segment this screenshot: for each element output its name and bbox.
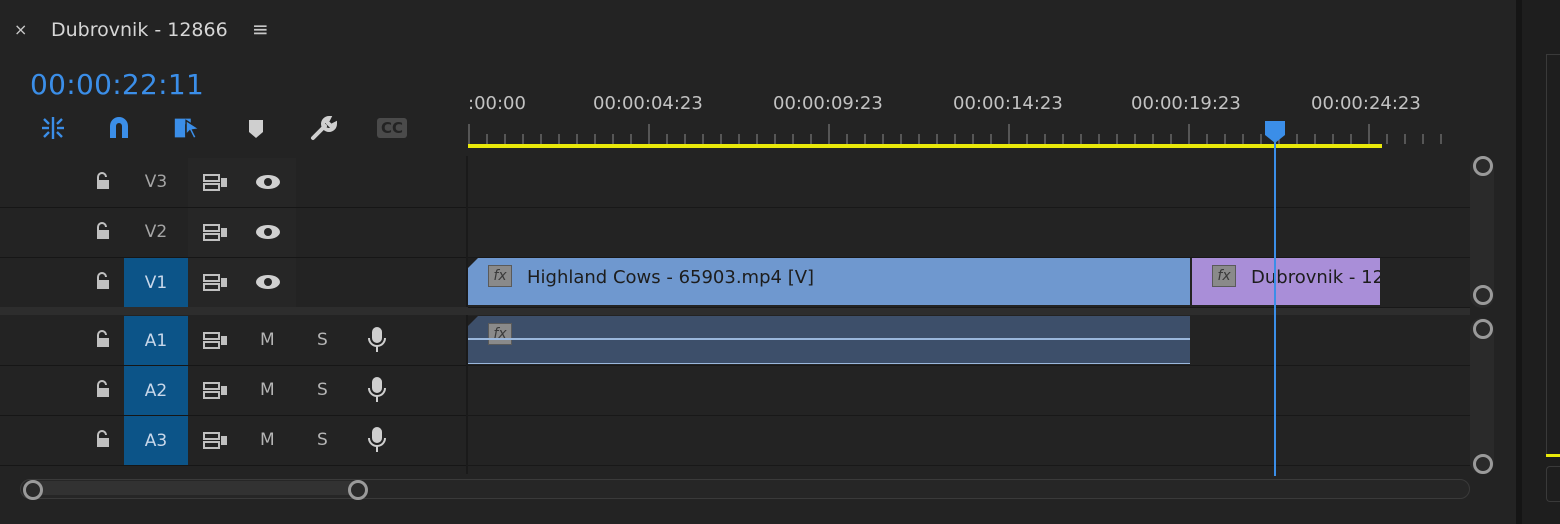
captions-label: CC xyxy=(376,118,408,138)
video-clip[interactable]: fx Dubrovnik - 12866 xyxy=(1192,258,1380,305)
lane-a2[interactable] xyxy=(468,366,1470,416)
lane-a3[interactable] xyxy=(468,416,1470,466)
ruler-label: 00:00:14:23 xyxy=(953,93,1063,114)
track-name-a2[interactable]: A2 xyxy=(124,366,188,415)
sync-lock-icon[interactable] xyxy=(202,380,230,400)
lock-icon[interactable] xyxy=(93,271,113,291)
clip-name: Dubrovnik - 12866 xyxy=(1251,267,1380,288)
ruler-label: 00:00:24:23 xyxy=(1311,93,1421,114)
track-name-a3[interactable]: A3 xyxy=(124,416,188,465)
lock-icon[interactable] xyxy=(93,329,113,349)
track-header-v2: V2 xyxy=(0,208,466,258)
lock-icon[interactable] xyxy=(93,379,113,399)
time-ruler[interactable] xyxy=(468,124,1460,146)
ruler-label: 00:00:09:23 xyxy=(773,93,883,114)
fx-badge[interactable]: fx xyxy=(488,265,512,287)
sync-lock-icon[interactable] xyxy=(202,222,230,242)
mute-button[interactable]: M xyxy=(260,430,275,450)
ruler-label: 00:00:04:23 xyxy=(593,93,703,114)
sync-lock-icon[interactable] xyxy=(202,330,230,350)
sync-lock-icon[interactable] xyxy=(202,430,230,450)
eye-icon[interactable] xyxy=(254,222,282,242)
microphone-icon[interactable] xyxy=(366,376,388,404)
adjacent-work-area xyxy=(1546,454,1560,457)
adjacent-control[interactable] xyxy=(1546,466,1560,502)
track-header-a3: A3 M S xyxy=(0,416,466,466)
track-header-a2: A2 M S xyxy=(0,366,466,416)
horizontal-scroll-thumb[interactable] xyxy=(24,481,366,495)
adjacent-panel xyxy=(1522,0,1560,524)
microphone-icon[interactable] xyxy=(366,426,388,454)
sequence-tab-title[interactable]: Dubrovnik - 12866 xyxy=(51,19,228,41)
track-name-v1[interactable]: V1 xyxy=(124,258,188,307)
clip-start-marker xyxy=(468,316,478,326)
lane-v2[interactable] xyxy=(468,208,1470,258)
track-name-a1[interactable]: A1 xyxy=(124,316,188,365)
track-name-v2[interactable]: V2 xyxy=(124,208,188,256)
captions-icon[interactable]: CC xyxy=(376,114,408,142)
snap-in-timeline-icon[interactable] xyxy=(38,114,68,142)
sync-lock-icon[interactable] xyxy=(202,172,230,192)
volume-rubber-band[interactable] xyxy=(468,338,1190,340)
fx-badge[interactable]: fx xyxy=(1212,265,1236,287)
solo-button[interactable]: S xyxy=(317,430,328,450)
panel-menu-icon[interactable]: ≡ xyxy=(252,17,269,41)
lane-v3[interactable] xyxy=(468,158,1470,208)
solo-button[interactable]: S xyxy=(317,380,328,400)
solo-button[interactable]: S xyxy=(317,330,328,350)
lock-icon[interactable] xyxy=(93,171,113,191)
track-header-v3: V3 xyxy=(0,158,466,208)
video-clip[interactable]: fx Highland Cows - 65903.mp4 [V] xyxy=(468,258,1190,305)
lock-icon[interactable] xyxy=(93,221,113,241)
sync-lock-icon[interactable] xyxy=(202,272,230,292)
clip-name: Highland Cows - 65903.mp4 [V] xyxy=(527,267,815,288)
work-area-bar[interactable] xyxy=(468,144,1382,148)
mute-button[interactable]: M xyxy=(260,330,275,350)
playhead-timecode[interactable]: 00:00:22:11 xyxy=(30,68,204,101)
ruler-label: 00:00:19:23 xyxy=(1131,93,1241,114)
eye-icon[interactable] xyxy=(254,272,282,292)
track-header-a1: A1 M S xyxy=(0,316,466,366)
eye-icon[interactable] xyxy=(254,172,282,192)
audio-clip[interactable]: fx xyxy=(468,316,1190,364)
adjacent-panel-frame xyxy=(1546,54,1560,457)
scroll-handle-top[interactable] xyxy=(1473,319,1493,339)
track-header-v1: V1 xyxy=(0,258,466,308)
close-tab-button[interactable]: × xyxy=(14,20,27,39)
scroll-handle-bottom[interactable] xyxy=(1473,454,1493,474)
mute-button[interactable]: M xyxy=(260,380,275,400)
linked-selection-icon[interactable] xyxy=(104,114,134,142)
scroll-zoom-handle-left[interactable] xyxy=(23,480,43,500)
timeline-settings-icon[interactable] xyxy=(309,114,339,142)
playhead-line[interactable] xyxy=(1274,140,1276,476)
ruler-label: :00:00 xyxy=(468,93,526,114)
track-name-v3[interactable]: V3 xyxy=(124,158,188,206)
fx-badge[interactable]: fx xyxy=(488,323,512,345)
scroll-handle-top[interactable] xyxy=(1473,156,1493,176)
add-marker-icon[interactable] xyxy=(241,114,271,142)
insert-overwrite-icon[interactable] xyxy=(172,114,202,142)
scroll-zoom-handle-right[interactable] xyxy=(348,480,368,500)
clip-start-marker xyxy=(468,258,478,268)
microphone-icon[interactable] xyxy=(366,326,388,354)
scroll-handle-bottom[interactable] xyxy=(1473,285,1493,305)
video-audio-divider[interactable] xyxy=(0,307,1470,315)
lock-icon[interactable] xyxy=(93,429,113,449)
audio-vertical-scrollbar[interactable] xyxy=(1470,318,1494,474)
timeline-panel: × Dubrovnik - 12866 ≡ 00:00:22:11 CC :00… xyxy=(0,0,1516,524)
